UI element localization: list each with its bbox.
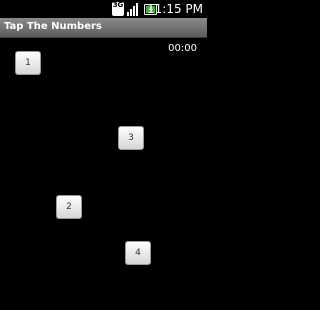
app-title-bar: Tap The Numbers <box>0 18 207 38</box>
game-timer: 00:00 <box>168 43 197 54</box>
number-button-2[interactable]: 2 <box>56 195 82 219</box>
clock: 11:15 PM <box>147 2 203 16</box>
network-type-label: 3G <box>112 2 124 9</box>
number-button-3[interactable]: 3 <box>118 126 144 150</box>
number-button-1[interactable]: 1 <box>15 51 41 75</box>
signal-strength-icon <box>127 3 138 16</box>
app-title: Tap The Numbers <box>4 21 102 32</box>
mobile-data-icon: 3G <box>112 2 124 16</box>
status-bar: 3G 11:15 PM <box>0 0 207 18</box>
number-button-4[interactable]: 4 <box>125 241 151 265</box>
